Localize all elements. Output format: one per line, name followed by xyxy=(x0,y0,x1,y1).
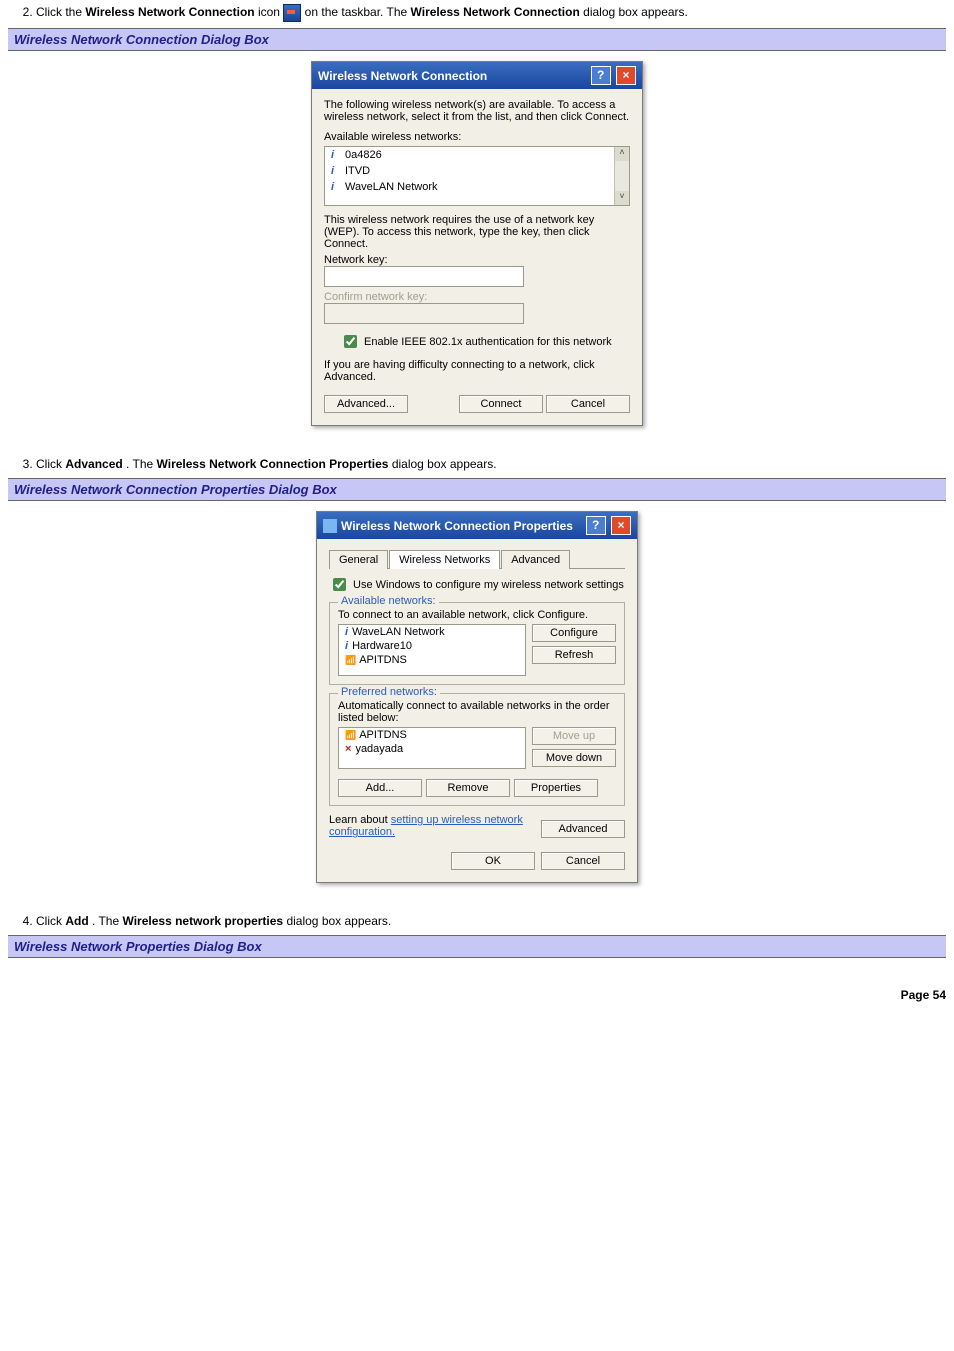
confirm-key-input xyxy=(324,303,524,324)
text: dialog box appears. xyxy=(392,457,497,471)
bold: Advanced xyxy=(65,457,122,471)
use-windows-checkbox[interactable] xyxy=(333,578,346,591)
help-icon[interactable]: ? xyxy=(586,516,606,535)
available-networks-list[interactable]: 0a4826 ITVD WaveLAN Network ˄ ˅ xyxy=(324,146,630,206)
dialog-description: The following wireless network(s) are av… xyxy=(324,99,630,123)
tab-wireless-networks[interactable]: Wireless Networks xyxy=(389,550,500,569)
remove-button[interactable]: Remove xyxy=(426,779,510,797)
titlebar[interactable]: Wireless Network Connection ? × xyxy=(312,62,642,89)
scroll-up-icon[interactable]: ˄ xyxy=(615,147,629,161)
text: . The xyxy=(126,457,156,471)
cancel-button[interactable]: Cancel xyxy=(541,852,625,870)
text: Click xyxy=(36,457,65,471)
wireless-connection-icon xyxy=(283,4,301,22)
tab-general[interactable]: General xyxy=(329,550,388,569)
title-text: Wireless Network Connection Properties xyxy=(341,519,573,533)
move-up-button[interactable]: Move up xyxy=(532,727,616,745)
help-icon[interactable]: ? xyxy=(591,66,611,85)
advanced-button[interactable]: Advanced xyxy=(541,820,625,838)
refresh-button[interactable]: Refresh xyxy=(532,646,616,664)
group-legend: Available networks: xyxy=(338,595,439,607)
learn-text: Learn about xyxy=(329,814,391,826)
tab-advanced[interactable]: Advanced xyxy=(501,550,570,569)
text: Click xyxy=(36,914,65,928)
confirm-key-label: Confirm network key: xyxy=(324,291,434,303)
list-item[interactable]: ITVD xyxy=(325,163,629,179)
move-down-button[interactable]: Move down xyxy=(532,749,616,767)
network-key-label: Network key: xyxy=(324,254,434,266)
list-item[interactable]: APITDNS xyxy=(339,653,525,667)
bold: Wireless Network Connection xyxy=(411,5,580,19)
tabs: General Wireless Networks Advanced xyxy=(329,549,625,569)
titlebar[interactable]: Wireless Network Connection Properties ?… xyxy=(317,512,637,539)
list-item[interactable]: APITDNS xyxy=(339,728,525,742)
text: icon xyxy=(258,5,283,19)
advanced-note: If you are having difficulty connecting … xyxy=(324,359,630,383)
wep-note: This wireless network requires the use o… xyxy=(324,214,630,250)
group-legend: Preferred networks: xyxy=(338,686,440,698)
checkbox-text: Use Windows to configure my wireless net… xyxy=(353,579,624,591)
step-2: Click the Wireless Network Connection ic… xyxy=(36,4,946,22)
preferred-networks-list[interactable]: APITDNS yadayada xyxy=(338,727,526,769)
list-item[interactable]: 0a4826 xyxy=(325,147,629,163)
configure-button[interactable]: Configure xyxy=(532,624,616,642)
section-header-1: Wireless Network Connection Dialog Box xyxy=(8,28,946,51)
list-item[interactable]: Hardware10 xyxy=(339,639,525,653)
bold: Add xyxy=(65,914,88,928)
cancel-button[interactable]: Cancel xyxy=(546,395,630,413)
close-icon[interactable]: × xyxy=(616,66,636,85)
section-header-3: Wireless Network Properties Dialog Box xyxy=(8,935,946,958)
bold: Wireless Network Connection Properties xyxy=(157,457,389,471)
preferred-networks-group: Preferred networks: Automatically connec… xyxy=(329,693,625,806)
page-number: Page 54 xyxy=(8,988,946,1002)
list-label: Available wireless networks: xyxy=(324,131,630,143)
scroll-down-icon[interactable]: ˅ xyxy=(615,191,629,205)
bold: Wireless Network Connection xyxy=(85,5,254,19)
list-item[interactable]: WaveLAN Network xyxy=(339,625,525,639)
text: . The xyxy=(92,914,122,928)
section-header-2: Wireless Network Connection Properties D… xyxy=(8,478,946,501)
connect-button[interactable]: Connect xyxy=(459,395,543,413)
scrollbar[interactable]: ˄ ˅ xyxy=(614,147,629,205)
text: Click the xyxy=(36,5,85,19)
use-windows-checkbox-label[interactable]: Use Windows to configure my wireless net… xyxy=(329,575,624,594)
close-icon[interactable]: × xyxy=(611,516,631,535)
network-key-input[interactable] xyxy=(324,266,524,287)
checkbox-text: Enable IEEE 802.1x authentication for th… xyxy=(364,336,612,348)
ieee-checkbox[interactable] xyxy=(344,335,357,348)
group-desc: Automatically connect to available netwo… xyxy=(338,700,616,724)
add-button[interactable]: Add... xyxy=(338,779,422,797)
available-networks-list[interactable]: WaveLAN Network Hardware10 APITDNS xyxy=(338,624,526,676)
bold: Wireless network properties xyxy=(122,914,283,928)
text: on the taskbar. The xyxy=(305,5,411,19)
wireless-properties-dialog: Wireless Network Connection Properties ?… xyxy=(316,511,638,883)
list-item[interactable]: WaveLAN Network xyxy=(325,179,629,195)
text: dialog box appears. xyxy=(286,914,391,928)
step-4: Click Add . The Wireless network propert… xyxy=(36,913,946,929)
text: dialog box appears. xyxy=(583,5,688,19)
ok-button[interactable]: OK xyxy=(451,852,535,870)
title-text: Wireless Network Connection xyxy=(318,69,487,83)
wireless-connection-dialog: Wireless Network Connection ? × The foll… xyxy=(311,61,643,426)
list-item[interactable]: yadayada xyxy=(339,742,525,756)
group-desc: To connect to an available network, clic… xyxy=(338,609,616,621)
properties-button[interactable]: Properties xyxy=(514,779,598,797)
available-networks-group: Available networks: To connect to an ava… xyxy=(329,602,625,685)
advanced-button[interactable]: Advanced... xyxy=(324,395,408,413)
app-icon xyxy=(323,519,337,533)
step-3: Click Advanced . The Wireless Network Co… xyxy=(36,456,946,472)
ieee-checkbox-label[interactable]: Enable IEEE 802.1x authentication for th… xyxy=(340,332,612,351)
